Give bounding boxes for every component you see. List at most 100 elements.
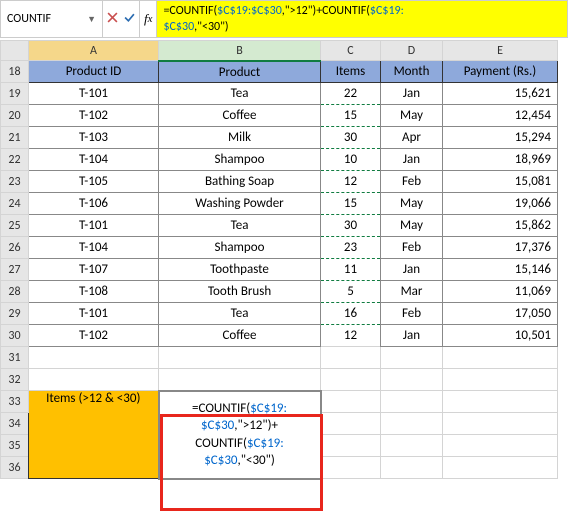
- data-cell[interactable]: 22: [321, 83, 381, 105]
- row-header[interactable]: 30: [1, 325, 29, 347]
- formula-display-cell[interactable]: =COUNTIF($C$19: $C$30,">12")+ COUNTIF($C…: [159, 391, 321, 479]
- data-cell[interactable]: Jan: [381, 149, 443, 171]
- label-cell[interactable]: Items (>12 & <30): [29, 391, 159, 479]
- row-header[interactable]: 20: [1, 105, 29, 127]
- data-cell[interactable]: Tea: [159, 303, 321, 325]
- data-cell[interactable]: Jan: [381, 83, 443, 105]
- data-cell[interactable]: May: [381, 215, 443, 237]
- row-header[interactable]: 36: [1, 457, 29, 479]
- data-cell[interactable]: May: [381, 193, 443, 215]
- data-cell[interactable]: 18,969: [443, 149, 558, 171]
- data-cell[interactable]: T-106: [29, 193, 159, 215]
- row-header[interactable]: 24: [1, 193, 29, 215]
- data-cell[interactable]: Mar: [381, 281, 443, 303]
- data-cell[interactable]: T-105: [29, 171, 159, 193]
- row-header[interactable]: 22: [1, 149, 29, 171]
- row-header[interactable]: 23: [1, 171, 29, 193]
- data-cell[interactable]: Apr: [381, 127, 443, 149]
- col-header-C[interactable]: C: [321, 41, 381, 61]
- data-cell[interactable]: 16: [321, 303, 381, 325]
- name-box[interactable]: COUNTIF ▼: [1, 1, 103, 37]
- fx-icon[interactable]: fx: [140, 1, 157, 37]
- row-header[interactable]: 33: [1, 391, 29, 413]
- data-cell[interactable]: Tea: [159, 83, 321, 105]
- data-cell[interactable]: 11: [321, 259, 381, 281]
- spreadsheet-grid[interactable]: A B C D E 18 Product ID Product Items Mo…: [0, 40, 558, 480]
- row-header[interactable]: 27: [1, 259, 29, 281]
- formula-input[interactable]: =COUNTIF($C$19:$C$30,">12")+COUNTIF($C$1…: [157, 1, 567, 37]
- data-cell[interactable]: 12,454: [443, 105, 558, 127]
- data-cell[interactable]: 12: [321, 325, 381, 347]
- data-cell[interactable]: 11,069: [443, 281, 558, 303]
- data-cell[interactable]: 15: [321, 193, 381, 215]
- data-cell[interactable]: Jan: [381, 325, 443, 347]
- data-cell[interactable]: 17,376: [443, 237, 558, 259]
- data-cell[interactable]: T-103: [29, 127, 159, 149]
- data-cell[interactable]: Coffee: [159, 105, 321, 127]
- row-header[interactable]: 35: [1, 435, 29, 457]
- data-cell[interactable]: Shampoo: [159, 149, 321, 171]
- col-header-E[interactable]: E: [443, 41, 558, 61]
- data-cell[interactable]: Feb: [381, 171, 443, 193]
- col-header-D[interactable]: D: [381, 41, 443, 61]
- data-cell[interactable]: T-101: [29, 215, 159, 237]
- data-cell[interactable]: T-107: [29, 259, 159, 281]
- corner-cell[interactable]: [1, 41, 29, 61]
- data-cell[interactable]: 15,081: [443, 171, 558, 193]
- data-cell[interactable]: T-108: [29, 281, 159, 303]
- row-header[interactable]: 29: [1, 303, 29, 325]
- data-cell[interactable]: 30: [321, 215, 381, 237]
- row-header[interactable]: 25: [1, 215, 29, 237]
- header-cell[interactable]: Items: [321, 61, 381, 83]
- header-cell[interactable]: Month: [381, 61, 443, 83]
- data-cell[interactable]: 15: [321, 105, 381, 127]
- data-cell[interactable]: 10: [321, 149, 381, 171]
- data-cell[interactable]: 10,501: [443, 325, 558, 347]
- data-cell[interactable]: 23: [321, 237, 381, 259]
- data-cell[interactable]: T-104: [29, 237, 159, 259]
- header-cell[interactable]: Product ID: [29, 61, 159, 83]
- data-cell[interactable]: T-102: [29, 325, 159, 347]
- data-cell[interactable]: 15,862: [443, 215, 558, 237]
- col-header-B[interactable]: B: [159, 41, 321, 61]
- data-cell[interactable]: T-101: [29, 83, 159, 105]
- header-cell[interactable]: Product: [159, 61, 321, 83]
- data-cell[interactable]: 17,050: [443, 303, 558, 325]
- data-cell[interactable]: Washing Powder: [159, 193, 321, 215]
- data-cell[interactable]: T-101: [29, 303, 159, 325]
- row-header[interactable]: 32: [1, 369, 29, 391]
- row-header[interactable]: 31: [1, 347, 29, 369]
- data-cell[interactable]: May: [381, 105, 443, 127]
- row-header[interactable]: 18: [1, 61, 29, 83]
- col-header-A[interactable]: A: [29, 41, 159, 61]
- data-cell[interactable]: Tooth Brush: [159, 281, 321, 303]
- cancel-icon[interactable]: [107, 12, 118, 27]
- data-cell[interactable]: T-102: [29, 105, 159, 127]
- formula-buttons: [103, 1, 140, 37]
- row-header[interactable]: 21: [1, 127, 29, 149]
- enter-icon[interactable]: [124, 12, 135, 27]
- data-cell[interactable]: 12: [321, 171, 381, 193]
- row-header[interactable]: 26: [1, 237, 29, 259]
- data-cell[interactable]: Jan: [381, 259, 443, 281]
- data-cell[interactable]: 5: [321, 281, 381, 303]
- header-cell[interactable]: Payment (Rs.): [443, 61, 558, 83]
- data-cell[interactable]: Feb: [381, 237, 443, 259]
- data-cell[interactable]: 30: [321, 127, 381, 149]
- data-cell[interactable]: 15,294: [443, 127, 558, 149]
- data-cell[interactable]: Toothpaste: [159, 259, 321, 281]
- data-cell[interactable]: T-104: [29, 149, 159, 171]
- row-header[interactable]: 28: [1, 281, 29, 303]
- row-header[interactable]: 34: [1, 413, 29, 435]
- data-cell[interactable]: 15,621: [443, 83, 558, 105]
- row-header[interactable]: 19: [1, 83, 29, 105]
- data-cell[interactable]: Milk: [159, 127, 321, 149]
- data-cell[interactable]: 19,066: [443, 193, 558, 215]
- data-cell[interactable]: Shampoo: [159, 237, 321, 259]
- name-box-dropdown-icon[interactable]: ▼: [87, 14, 96, 25]
- data-cell[interactable]: Bathing Soap: [159, 171, 321, 193]
- data-cell[interactable]: 15,146: [443, 259, 558, 281]
- data-cell[interactable]: Tea: [159, 215, 321, 237]
- data-cell[interactable]: Coffee: [159, 325, 321, 347]
- data-cell[interactable]: Feb: [381, 303, 443, 325]
